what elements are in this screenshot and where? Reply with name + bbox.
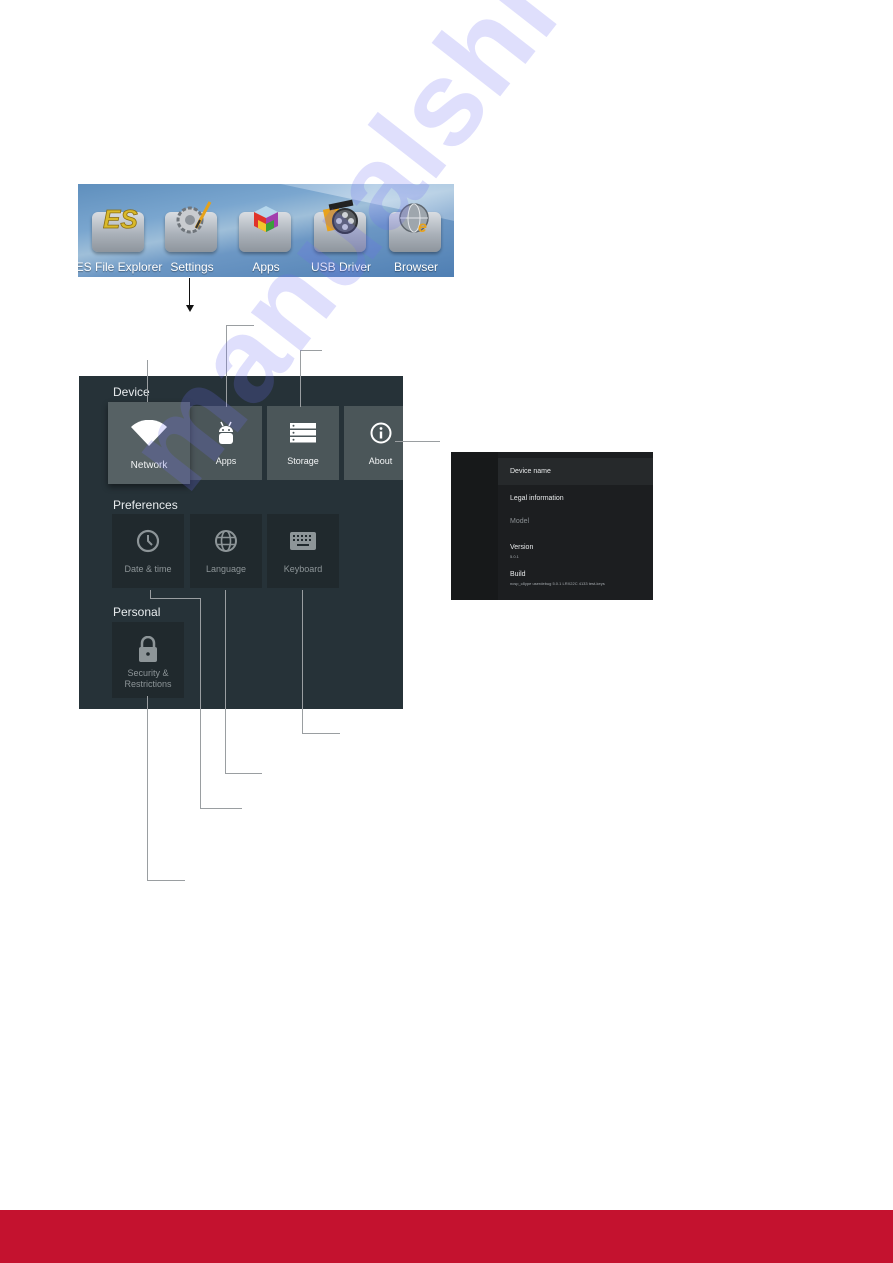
flow-arrow-line <box>189 278 190 307</box>
about-row-model[interactable]: Model <box>498 515 653 531</box>
about-row-value: 5.0.1 <box>510 554 519 559</box>
storage-icon <box>290 420 316 446</box>
connector-line <box>225 590 226 773</box>
about-row-title: Build <box>510 571 526 578</box>
info-icon <box>370 420 392 446</box>
settings-panel: Device Apps Storage About Network Prefer… <box>79 376 403 709</box>
connector-line <box>200 808 242 809</box>
tile-label-line: Restrictions <box>124 679 172 689</box>
tile-label: About <box>368 456 393 466</box>
about-row-device-name[interactable]: Device name <box>498 458 653 485</box>
about-panel: Device name Legal information Model Vers… <box>451 452 653 600</box>
connector-line <box>300 350 322 351</box>
wifi-icon <box>130 420 168 446</box>
about-row-title: Model <box>510 518 530 525</box>
connector-line <box>147 880 185 881</box>
about-side-strip <box>451 452 498 600</box>
svg-text:e: e <box>418 219 427 236</box>
connector-line <box>226 325 254 326</box>
tile-label: Security & Restrictions <box>124 668 171 690</box>
tile-about[interactable]: About <box>344 406 403 480</box>
tile-security-restrictions[interactable]: Security & Restrictions <box>112 622 184 698</box>
tile-label: Language <box>205 564 247 574</box>
connector-line <box>225 773 262 774</box>
tile-label: Apps <box>215 456 237 466</box>
tile-language[interactable]: Language <box>190 514 262 588</box>
usb-film-reel-icon <box>303 194 379 242</box>
flow-arrow-head-icon <box>186 305 194 312</box>
about-row-legal-information[interactable]: Legal information <box>498 492 653 508</box>
section-title-preferences: Preferences <box>113 498 178 512</box>
tile-apps[interactable]: Apps <box>190 406 262 480</box>
connector-line <box>150 598 200 599</box>
android-icon <box>217 420 235 446</box>
tile-label: Network <box>130 460 168 471</box>
section-title-personal: Personal <box>113 605 161 619</box>
about-row-build[interactable]: Build ncsp_c8ype userdebug 5.0.1 LRX22C … <box>498 568 653 590</box>
launcher-strip: ES ES File Explorer Settings Apps USB Dr… <box>78 184 454 277</box>
browser-globe-icon: e <box>378 194 454 242</box>
settings-gear-icon <box>154 194 230 242</box>
connector-line <box>147 360 148 402</box>
footer-bar <box>0 1210 893 1263</box>
lock-icon <box>138 636 158 662</box>
tile-label: Date & time <box>124 564 172 574</box>
tile-storage[interactable]: Storage <box>267 406 339 480</box>
launcher-label: Browser <box>393 260 438 274</box>
tile-label: Storage <box>287 456 319 466</box>
globe-icon <box>214 528 238 554</box>
about-row-version[interactable]: Version 5.0.1 <box>498 541 653 561</box>
about-row-title: Device name <box>510 468 551 475</box>
es-file-explorer-icon: ES <box>81 194 157 242</box>
launcher-item-browser[interactable]: e Browser <box>378 184 454 277</box>
tile-label-line: Security & <box>127 668 169 678</box>
tile-keyboard[interactable]: Keyboard <box>267 514 339 588</box>
clock-icon <box>136 528 160 554</box>
about-row-value: ncsp_c8ype userdebug 5.0.1 LRX22C 4133 t… <box>510 581 605 586</box>
connector-line <box>395 441 440 442</box>
apps-cube-icon <box>228 194 304 242</box>
connector-line <box>200 598 201 808</box>
tile-network[interactable]: Network <box>108 402 190 484</box>
about-row-title: Legal information <box>510 495 564 502</box>
connector-line <box>147 696 148 880</box>
section-title-device: Device <box>113 385 150 399</box>
about-row-title: Version <box>510 544 534 551</box>
svg-text:ES: ES <box>103 204 138 232</box>
connector-line <box>300 350 301 407</box>
connector-line <box>302 590 303 733</box>
keyboard-icon <box>290 528 316 554</box>
tile-date-time[interactable]: Date & time <box>112 514 184 588</box>
connector-line <box>226 325 227 407</box>
connector-line <box>302 733 340 734</box>
tile-label: Keyboard <box>283 564 323 574</box>
